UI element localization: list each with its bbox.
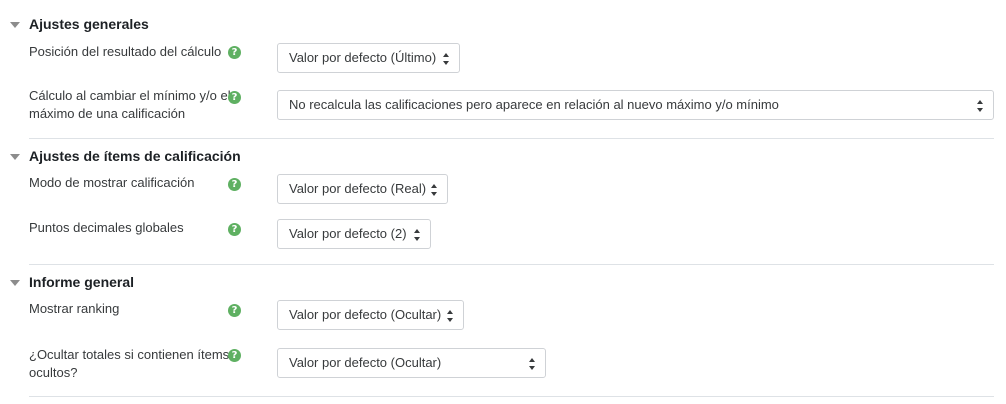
select-value: Valor por defecto (Real) [289, 181, 427, 196]
collapse-caret-icon[interactable] [10, 21, 20, 28]
help-icon[interactable]: ? [228, 349, 241, 362]
select-modo-mostrar[interactable]: Valor por defecto (Real) [277, 174, 448, 204]
label-line: ¿Ocultar totales si contienen ítems [29, 347, 230, 362]
select-puntos-decimales[interactable]: Valor por defecto (2) [277, 219, 431, 249]
select-arrows-icon [443, 53, 450, 65]
select-arrows-icon [447, 310, 454, 322]
select-value: Valor por defecto (Ocultar) [289, 307, 442, 322]
help-icon[interactable]: ? [228, 91, 241, 104]
section-divider [29, 396, 994, 397]
select-value: Valor por defecto (2) [289, 226, 407, 241]
section-title: Ajustes de ítems de calificación [29, 148, 241, 164]
section-divider [29, 138, 994, 139]
help-icon[interactable]: ? [228, 223, 241, 236]
collapse-caret-icon[interactable] [10, 153, 20, 160]
label-line: máximo de una calificación [29, 106, 186, 121]
field-label-mostrar-ranking: Mostrar ranking [29, 301, 120, 316]
select-calculo-cambiar[interactable]: No recalcula las calificaciones pero apa… [277, 90, 994, 120]
select-arrows-icon [431, 184, 438, 196]
select-arrows-icon [414, 229, 421, 241]
help-icon[interactable]: ? [228, 46, 241, 59]
select-value: Valor por defecto (Ocultar) [289, 355, 442, 370]
field-label-modo-mostrar: Modo de mostrar calificación [29, 175, 195, 190]
section-header-ajustes-items[interactable]: Ajustes de ítems de calificación [10, 148, 241, 164]
help-icon[interactable]: ? [228, 178, 241, 191]
select-value: Valor por defecto (Último) [289, 50, 437, 65]
select-arrows-icon [529, 358, 536, 370]
field-label-posicion-resultado: Posición del resultado del cálculo [29, 44, 222, 59]
select-arrows-icon [977, 100, 984, 112]
field-label-calculo-cambiar: Cálculo al cambiar el mínimo y/o el máxi… [29, 87, 231, 123]
section-header-ajustes-generales[interactable]: Ajustes generales [10, 16, 149, 32]
select-value: No recalcula las calificaciones pero apa… [289, 97, 779, 112]
field-label-puntos-decimales: Puntos decimales globales [29, 220, 184, 235]
collapse-caret-icon[interactable] [10, 279, 20, 286]
section-header-informe-general[interactable]: Informe general [10, 274, 134, 290]
label-line: ocultos? [29, 365, 78, 380]
select-mostrar-ranking[interactable]: Valor por defecto (Ocultar) [277, 300, 464, 330]
section-title: Ajustes generales [29, 16, 149, 32]
field-label-ocultar-totales: ¿Ocultar totales si contienen ítems ocul… [29, 346, 229, 382]
section-divider [29, 264, 994, 265]
label-line: Cálculo al cambiar el mínimo y/o el [29, 88, 231, 103]
select-ocultar-totales[interactable]: Valor por defecto (Ocultar) [277, 348, 546, 378]
section-title: Informe general [29, 274, 135, 290]
select-posicion-resultado[interactable]: Valor por defecto (Último) [277, 43, 460, 73]
help-icon[interactable]: ? [228, 304, 241, 317]
